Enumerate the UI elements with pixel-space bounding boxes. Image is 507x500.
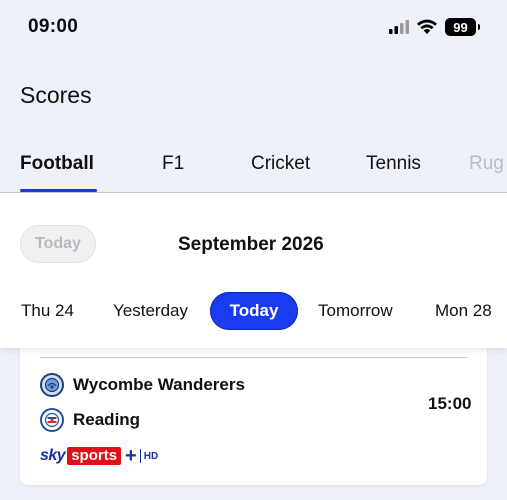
- tab-f1[interactable]: F1: [162, 153, 184, 175]
- day-item-yesterday[interactable]: Yesterday: [113, 301, 188, 321]
- day-item-thu-24[interactable]: Thu 24: [21, 301, 74, 321]
- active-tab-indicator: [20, 189, 97, 192]
- hd-badge: HD: [143, 450, 159, 462]
- sport-tabs: Football F1 Cricket Tennis Rug: [0, 145, 507, 193]
- away-team-row: Reading: [40, 407, 140, 433]
- date-picker: Today September 2026 Thu 24 Yesterday To…: [0, 193, 507, 348]
- today-button[interactable]: Today: [20, 225, 96, 263]
- status-bar: 09:00 99: [0, 0, 507, 52]
- tab-cricket[interactable]: Cricket: [251, 153, 310, 175]
- day-item-mon-28[interactable]: Mon 28: [435, 301, 492, 321]
- tab-tennis[interactable]: Tennis: [366, 153, 421, 175]
- battery-icon: 99: [445, 18, 480, 36]
- wifi-icon: [417, 19, 437, 34]
- sports-logo-box: sports: [67, 447, 122, 465]
- status-time: 09:00: [28, 16, 79, 37]
- card-divider: [40, 357, 468, 358]
- plus-logo-text: +: [125, 445, 137, 467]
- reading-crest-icon: [40, 408, 64, 432]
- month-label: September 2026: [178, 234, 324, 255]
- tab-football[interactable]: Football: [20, 153, 94, 175]
- page-title: Scores: [20, 82, 92, 108]
- wycombe-crest-icon: [40, 373, 64, 397]
- away-team-name: Reading: [73, 410, 141, 429]
- kickoff-time: 15:00: [428, 394, 472, 413]
- home-team-name: Wycombe Wanderers: [73, 375, 245, 394]
- sky-sports-logo: sky sports + HD: [40, 446, 158, 466]
- day-item-today-selected[interactable]: Today: [210, 292, 298, 330]
- sky-logo-text: sky: [40, 447, 66, 464]
- logo-separator: [139, 449, 141, 463]
- tab-rugby[interactable]: Rug: [469, 153, 504, 175]
- match-card[interactable]: Wycombe Wanderers Reading 15:00 sky spor…: [20, 330, 487, 485]
- home-team-row: Wycombe Wanderers: [40, 372, 245, 398]
- signal-icon: [389, 20, 409, 34]
- day-item-tomorrow[interactable]: Tomorrow: [318, 301, 393, 321]
